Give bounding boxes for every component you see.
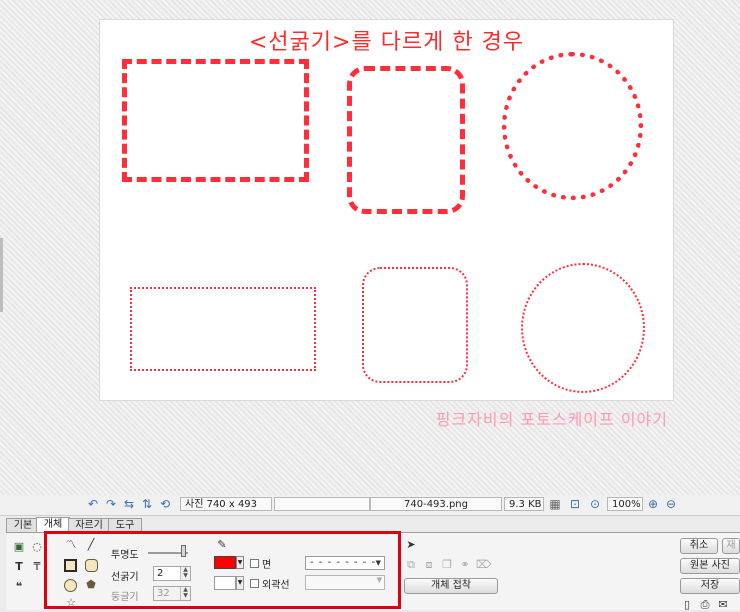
zoom-level-display[interactable]: 100% — [607, 497, 643, 511]
redo-button[interactable]: 재 — [722, 538, 740, 554]
thick-dashed-rounded-rectangle[interactable] — [347, 66, 465, 214]
group-objects-button[interactable]: 개체 접착 — [404, 578, 498, 594]
flip-vertical-icon[interactable]: ⇅ — [140, 497, 154, 511]
watermark-text: 핑크자비의 포토스케이프 이야기 — [435, 410, 668, 429]
image-insert-icon[interactable]: ▣ — [12, 540, 26, 554]
thin-dotted-circle[interactable] — [521, 263, 645, 393]
actual-size-zoom-icon[interactable]: ⊙ — [588, 497, 602, 511]
rotate-angle-icon[interactable]: ⟲ — [158, 497, 172, 511]
filesize-display: 9.3 KB — [504, 497, 544, 511]
left-panel-handle[interactable] — [0, 238, 3, 312]
checker-grid-icon[interactable]: ▦ — [548, 497, 562, 511]
status-blank-field — [274, 497, 370, 511]
canvas-title-text: <선굵기>를 다르게 한 경우 — [248, 30, 525, 55]
original-photo-button[interactable]: 원본 사진 — [680, 558, 740, 574]
thick-dashed-rectangle[interactable] — [122, 59, 309, 182]
object-delete-icon[interactable]: ⌦ — [476, 558, 492, 572]
zoom-out-icon[interactable]: ⊖ — [664, 497, 678, 511]
thin-dotted-rectangle[interactable] — [130, 287, 316, 371]
object-back-icon[interactable]: ⧈ — [422, 558, 436, 572]
fit-zoom-icon[interactable]: ⊡ — [568, 497, 582, 511]
flip-horizontal-icon[interactable]: ⇆ — [122, 497, 136, 511]
zoom-in-icon[interactable]: ⊕ — [646, 497, 660, 511]
select-arrow-icon[interactable]: ➤ — [404, 538, 418, 552]
print-icon[interactable]: ⎙ — [698, 598, 712, 612]
thin-dotted-rounded-rectangle[interactable] — [362, 267, 468, 383]
rotate-right-icon[interactable]: ↷ — [104, 497, 118, 511]
text-box-icon[interactable]: ₸ — [30, 560, 44, 574]
thick-dotted-circle[interactable] — [502, 52, 643, 200]
filename-display: 740-493.png — [370, 497, 502, 511]
status-bar: ↶ ↷ ⇆ ⇅ ⟲ 사진 740 x 493 740-493.png 9.3 K… — [0, 495, 740, 516]
object-copy-icon[interactable]: ❐ — [440, 558, 454, 572]
cancel-button[interactable]: 취소 — [680, 538, 718, 554]
share-icon[interactable]: ✉ — [716, 598, 730, 612]
photo-canvas[interactable]: <선굵기>를 다르게 한 경우 — [100, 20, 673, 400]
rotate-left-icon[interactable]: ↶ — [86, 497, 100, 511]
quote-icon[interactable]: ❝ — [12, 580, 26, 594]
text-tool-icon[interactable]: T — [12, 560, 26, 574]
object-group-icon[interactable]: ⚭ — [458, 558, 472, 572]
photo-size-display: 사진 740 x 493 — [180, 497, 272, 511]
speech-balloon-icon[interactable]: ◌ — [30, 540, 44, 554]
highlight-frame — [44, 531, 401, 609]
editor-bottom-panel: 기본 개체 자르기 도구 ▣ ◌ T ₸ ❝ 〽 ╱ ⬟ ☆ 투명도 선굵기 2… — [0, 516, 740, 612]
image-workspace: <선굵기>를 다르게 한 경우 핑크자비의 포토스케이프 이야기 — [0, 0, 740, 496]
save-button[interactable]: 저장 — [680, 578, 740, 594]
new-document-icon[interactable]: ▯ — [680, 598, 694, 612]
tab-basic[interactable]: 기본 — [6, 518, 40, 533]
object-front-icon[interactable]: ⧉ — [404, 558, 418, 572]
